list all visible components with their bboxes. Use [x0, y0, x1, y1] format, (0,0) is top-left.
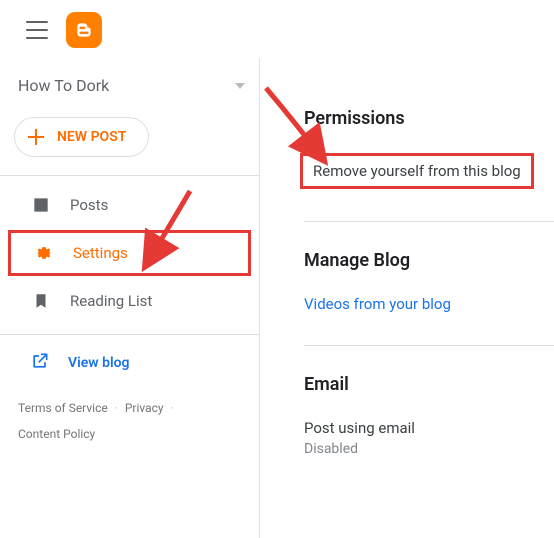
section-title-permissions: Permissions [304, 108, 534, 129]
bookmark-icon [30, 290, 52, 312]
new-post-button[interactable]: NEW POST [14, 117, 149, 157]
blog-name: How To Dork [18, 76, 109, 95]
privacy-link[interactable]: Privacy [125, 401, 164, 415]
sidebar-item-label: Reading List [70, 292, 152, 310]
external-link-icon [30, 351, 50, 375]
sidebar: How To Dork NEW POST Posts Settings [0, 58, 260, 538]
sidebar-item-reading-list[interactable]: Reading List [0, 278, 259, 324]
post-using-email-row[interactable]: Post using email Disabled [304, 413, 534, 475]
blog-selector[interactable]: How To Dork [0, 66, 259, 105]
blogger-logo [66, 12, 102, 48]
chevron-down-icon [235, 83, 245, 89]
blogger-logo-glyph [74, 20, 94, 40]
section-title-manage: Manage Blog [304, 250, 534, 271]
sidebar-item-posts[interactable]: Posts [0, 182, 259, 228]
content-policy-link[interactable]: Content Policy [18, 427, 95, 441]
sidebar-item-settings[interactable]: Settings [8, 230, 251, 276]
gear-icon [33, 242, 55, 264]
post-using-email-label: Post using email [304, 419, 534, 437]
content-panel: Permissions Remove yourself from this bl… [260, 58, 554, 538]
sidebar-item-label: Posts [70, 196, 108, 214]
remove-yourself-link[interactable]: Remove yourself from this blog [300, 153, 534, 189]
section-title-email: Email [304, 374, 534, 395]
view-blog-label: View blog [68, 355, 129, 371]
post-using-email-status: Disabled [304, 437, 534, 457]
footer-links: Terms of Service · Privacy · Content Pol… [0, 391, 259, 448]
sidebar-item-label: Settings [73, 244, 128, 262]
terms-link[interactable]: Terms of Service [18, 401, 108, 415]
videos-link[interactable]: Videos from your blog [304, 289, 534, 331]
view-blog-link[interactable]: View blog [0, 335, 259, 391]
new-post-label: NEW POST [57, 129, 126, 145]
menu-icon[interactable] [26, 21, 48, 39]
plus-icon [27, 128, 45, 146]
posts-icon [30, 194, 52, 216]
